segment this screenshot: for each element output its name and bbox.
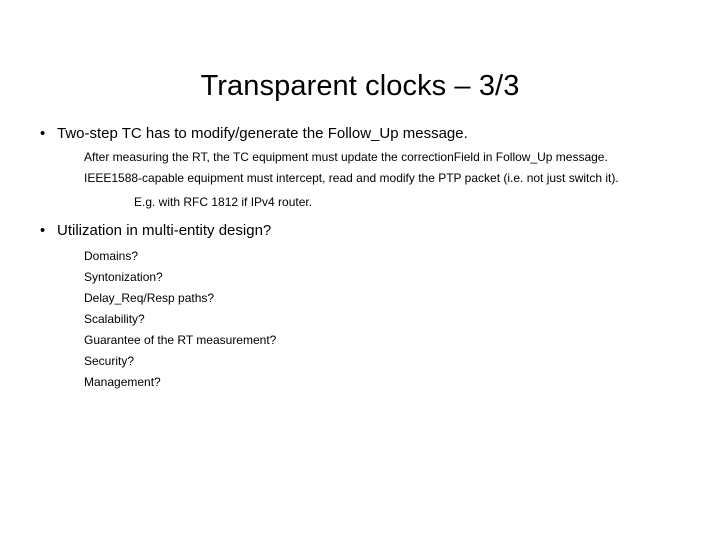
sub-sub-text-rfc-1812: E.g. with RFC 1812 if IPv4 router.: [134, 195, 313, 209]
slide-canvas: Transparent clocks – 3/3 • Two-step TC h…: [0, 0, 720, 540]
bullet-point-icon: •: [40, 222, 46, 239]
bullet-item-utilization: • Utilization in multi-entity design?: [0, 221, 720, 240]
list-item-syntonization: Syntonization?: [84, 270, 163, 284]
list-item-domains: Domains?: [84, 249, 139, 263]
list-item-rt-measurement-guarantee: Guarantee of the RT measurement?: [84, 333, 277, 347]
list-item-delay-req-resp-paths: Delay_Req/Resp paths?: [84, 291, 215, 305]
bullet-item-two-step-tc: • Two-step TC has to modify/generate the…: [0, 124, 720, 143]
page-title: Transparent clocks – 3/3: [200, 70, 520, 103]
list-item-scalability: Scalability?: [84, 312, 145, 326]
sub-text-correction-field: After measuring the RT, the TC equipment…: [84, 150, 608, 164]
list-item-management: Management?: [84, 375, 161, 389]
bullet-item-label: Utilization in multi-entity design?: [57, 222, 272, 239]
bullet-item-label: Two-step TC has to modify/generate the F…: [57, 125, 468, 142]
sub-text-ieee1588-capable: IEEE1588-capable equipment must intercep…: [84, 171, 619, 185]
slide-body: • Two-step TC has to modify/generate the…: [0, 124, 720, 393]
list-item-security: Security?: [84, 354, 135, 368]
bullet-point-icon: •: [40, 125, 46, 142]
